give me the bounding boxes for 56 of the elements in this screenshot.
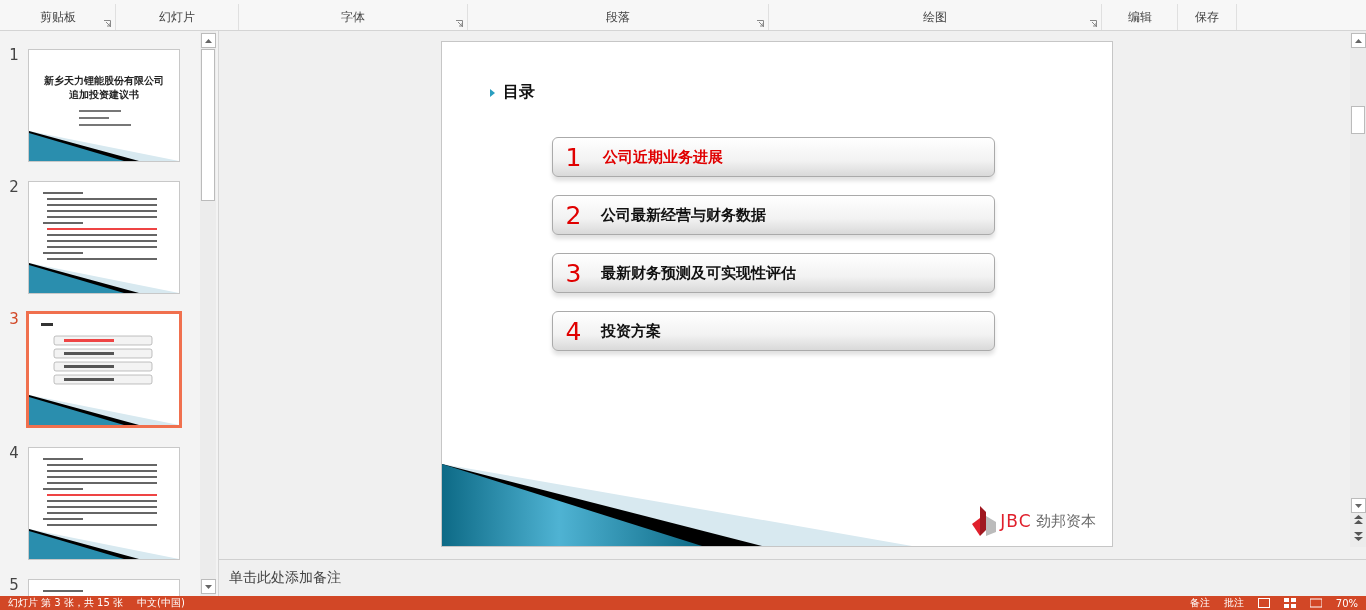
dialog-launcher-icon[interactable] bbox=[104, 20, 111, 27]
item-number: 4 bbox=[564, 316, 583, 346]
slide-thumbnail[interactable] bbox=[26, 311, 182, 428]
reading-view-icon[interactable] bbox=[1309, 598, 1322, 608]
slide-sorter-icon[interactable] bbox=[1283, 598, 1296, 608]
previous-slide-icon[interactable] bbox=[1353, 515, 1363, 524]
caret-up-icon bbox=[1354, 38, 1362, 43]
caret-down-icon bbox=[204, 584, 212, 589]
ribbon-group-label: 段落 bbox=[606, 8, 630, 26]
dialog-launcher-icon[interactable] bbox=[1090, 20, 1097, 27]
item-label: 公司近期业务进展 bbox=[602, 147, 723, 167]
slide-count: 幻灯片 第 3 张，共 15 张 bbox=[8, 596, 123, 610]
ribbon-group-label: 幻灯片 bbox=[159, 8, 195, 26]
item-label: 公司最新经营与财务数据 bbox=[600, 205, 766, 225]
notes-placeholder[interactable]: 单击此处添加备注 bbox=[229, 569, 341, 587]
language-indicator[interactable]: 中文(中国) bbox=[137, 596, 185, 610]
normal-view-icon[interactable] bbox=[1257, 598, 1270, 608]
slide-number: 2 bbox=[8, 178, 20, 196]
item-number: 3 bbox=[564, 258, 583, 288]
ribbon-group-label: 剪贴板 bbox=[39, 8, 76, 26]
thumbnail-title: 追加投资建议书 bbox=[68, 88, 140, 102]
ribbon-group-label: 字体 bbox=[341, 8, 365, 26]
scroll-down-button[interactable] bbox=[1350, 498, 1366, 513]
caret-up-icon bbox=[204, 38, 212, 43]
slide-thumbnail[interactable] bbox=[28, 181, 180, 294]
item-label: 最新财务预测及可实现性评估 bbox=[600, 263, 796, 283]
bullet-icon bbox=[489, 88, 495, 97]
logo-name: 劲邦资本 bbox=[1035, 511, 1096, 531]
item-number: 1 bbox=[564, 142, 583, 172]
ribbon-group-label: 保存 bbox=[1195, 8, 1219, 26]
scroll-up-button[interactable] bbox=[200, 33, 216, 48]
ribbon-group-label: 编辑 bbox=[1127, 8, 1152, 26]
scroll-up-button[interactable] bbox=[1350, 33, 1366, 48]
logo-mark: JBC bbox=[1000, 511, 1032, 531]
item-number: 2 bbox=[564, 200, 583, 230]
slide-number: 4 bbox=[8, 444, 20, 462]
slide-number: 3 bbox=[8, 310, 20, 328]
next-slide-icon[interactable] bbox=[1353, 532, 1363, 541]
item-label: 投资方案 bbox=[600, 321, 661, 341]
slide-number: 1 bbox=[8, 46, 20, 64]
comments-button[interactable]: 批注 bbox=[1223, 596, 1244, 610]
slide-heading: 目录 bbox=[502, 82, 535, 103]
notes-button[interactable]: 备注 bbox=[1189, 596, 1210, 610]
dialog-launcher-icon[interactable] bbox=[757, 20, 764, 27]
thumbnail-title: 新乡天力锂能股份有限公司 bbox=[43, 74, 165, 88]
slide-number: 5 bbox=[8, 576, 20, 594]
slide-thumbnail[interactable]: 新乡天力锂能股份有限公司 追加投资建议书 bbox=[28, 49, 180, 162]
logo-icon bbox=[972, 506, 997, 536]
ribbon-group-label: 绘图 bbox=[923, 8, 947, 26]
caret-down-icon bbox=[1354, 503, 1362, 508]
scroll-down-button[interactable] bbox=[200, 579, 216, 594]
dialog-launcher-icon[interactable] bbox=[456, 20, 463, 27]
scrollbar-thumb[interactable] bbox=[201, 49, 215, 201]
slide-thumbnail[interactable] bbox=[28, 447, 180, 560]
scrollbar-thumb[interactable] bbox=[1351, 106, 1365, 134]
zoom-level[interactable]: 70% bbox=[1335, 597, 1358, 609]
